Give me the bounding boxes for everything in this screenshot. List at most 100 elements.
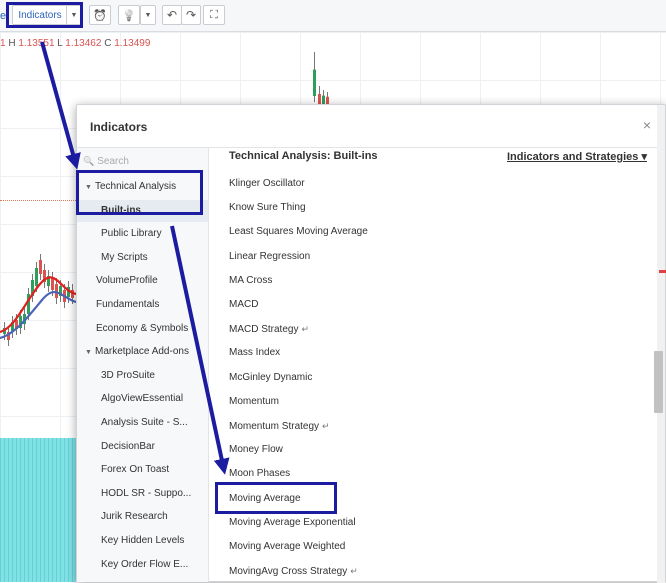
sidebar-item-label: Forex On Toast	[101, 464, 170, 476]
sidebar-item-7[interactable]: ▼ Marketplace Add-ons	[77, 341, 208, 363]
ohlc-close-value: 1.13499	[114, 38, 151, 49]
fullscreen-button[interactable]: ⛶	[203, 5, 225, 25]
sidebar-item-label: Fundamentals	[96, 299, 160, 310]
list-item-label: Moving Average Weighted	[229, 541, 346, 552]
list-item-label: Moon Phases	[229, 468, 291, 480]
dialog-title: Indicators	[90, 120, 148, 134]
sidebar-item-13[interactable]: HODL SR - Suppo...	[77, 483, 208, 505]
close-icon[interactable]: ×	[643, 117, 651, 133]
list-item[interactable]: MACD	[229, 293, 258, 317]
sidebar-item-2[interactable]: Public Library	[77, 223, 208, 245]
publish-idea-button[interactable]: 💡	[118, 5, 140, 25]
list-item[interactable]: MovingAvg Cross Strategy ↵	[229, 559, 358, 582]
list-item[interactable]: Money Flow	[229, 438, 283, 462]
sidebar-item-8[interactable]: 3D ProSuite	[77, 365, 208, 387]
sidebar-item-label: DecisionBar	[101, 440, 155, 452]
ohlc-close-label: C	[104, 38, 112, 49]
list-item[interactable]: Linear Regression	[229, 245, 310, 269]
sidebar-item-9[interactable]: AlgoViewEssential	[77, 388, 208, 410]
list-item[interactable]: Momentum Strategy ↵	[229, 414, 330, 438]
indicators-strategies-filter[interactable]: Indicators and Strategies ▾	[507, 150, 647, 163]
sidebar-item-label: Key Order Flow E...	[101, 558, 189, 570]
sidebar-item-5[interactable]: Fundamentals	[77, 294, 208, 316]
undo-button[interactable]: ↶	[162, 5, 182, 25]
list-scrollbar[interactable]	[657, 105, 665, 583]
sidebar-item-4[interactable]: VolumeProfile	[77, 270, 208, 292]
ohlc-readout: 1 H 1.13551 L 1.13462 C 1.13499	[0, 38, 150, 49]
price-line	[0, 200, 76, 201]
ohlc-high-label: H	[8, 38, 16, 49]
strategy-icon: ↵	[301, 324, 310, 335]
sidebar-item-label: HODL SR - Suppo...	[101, 487, 192, 499]
list-item-label: Mass Index	[229, 347, 281, 359]
sidebar-item-label: Jurik Research	[101, 511, 168, 523]
list-item-label: Klinger Oscillator	[229, 178, 305, 189]
chevron-down-icon: ▼	[144, 11, 152, 19]
list-item[interactable]: Moving Average Weighted	[229, 535, 345, 559]
sidebar-item-label: Economy & Symbols	[96, 322, 189, 334]
scrollbar-thumb[interactable]	[654, 351, 663, 413]
sidebar-item-14[interactable]: Jurik Research	[77, 506, 208, 528]
list-item-label: MACD	[229, 299, 259, 310]
search-icon: 🔍	[83, 155, 95, 166]
sidebar-item-3[interactable]: My Scripts	[77, 247, 208, 269]
annotation-highlight-technical-analysis	[76, 170, 203, 215]
sidebar-item-17[interactable]: Lan Scan MTF	[77, 577, 208, 582]
ohlc-low-value: 1.13462	[65, 38, 102, 49]
chart-price-marker	[659, 270, 666, 273]
list-item-label: MovingAvg Cross Strategy	[229, 566, 348, 578]
sidebar-item-label: My Scripts	[101, 251, 148, 263]
sidebar-item-label: Public Library	[101, 228, 162, 240]
ohlc-high-value: 1.13551	[18, 38, 55, 49]
idea-dropdown-button[interactable]: ▼	[140, 5, 156, 25]
fullscreen-icon: ⛶	[210, 8, 218, 21]
list-item-label: MACD Strategy	[229, 324, 299, 336]
annotation-highlight-indicators	[6, 2, 83, 28]
candle	[322, 95, 325, 104]
sidebar-item-16[interactable]: Key Order Flow E...	[77, 554, 208, 576]
sidebar-item-label: VolumeProfile	[96, 275, 158, 287]
list-item-label: Momentum Strategy	[229, 421, 320, 432]
sidebar-item-11[interactable]: DecisionBar	[77, 436, 208, 458]
sidebar-item-label: 3D ProSuite	[101, 369, 155, 381]
sidebar-item-10[interactable]: Analysis Suite - S...	[77, 412, 208, 434]
lightbulb-icon: 💡	[122, 9, 136, 22]
sidebar-item-15[interactable]: Key Hidden Levels	[77, 530, 208, 552]
redo-button[interactable]: ↷	[181, 5, 201, 25]
chevron-down-icon: ▼	[85, 349, 92, 357]
list-header: Technical Analysis: Built-ins	[229, 150, 378, 162]
candle	[39, 260, 42, 274]
list-item-label: Least Squares Moving Average	[229, 226, 368, 238]
list-item[interactable]: Momentum	[229, 390, 279, 414]
list-item[interactable]: MACD Strategy ↵	[229, 317, 309, 341]
list-item-label: Linear Regression	[229, 250, 311, 262]
undo-icon: ↶	[166, 8, 178, 22]
candle	[55, 284, 58, 298]
strategy-icon: ↵	[350, 566, 358, 577]
sidebar-item-6[interactable]: Economy & Symbols	[77, 318, 208, 340]
list-item-label: McGinley Dynamic	[229, 371, 313, 383]
sidebar-item-label: Marketplace Add-ons	[95, 346, 189, 358]
sidebar-item-label: Key Hidden Levels	[101, 535, 185, 546]
add-alert-button[interactable]: ⏰	[89, 5, 111, 25]
candle	[326, 96, 329, 104]
list-item[interactable]: Mass Index	[229, 341, 280, 365]
indicator-list: Klinger Oscillator Know Sure Thing Least S…	[209, 172, 655, 582]
candle	[313, 69, 316, 96]
list-item[interactable]: MA Cross	[229, 269, 272, 293]
list-item[interactable]: Least Squares Moving Average	[229, 220, 368, 244]
list-item-label: Moving Average Exponential	[229, 516, 356, 528]
list-item-label: Money Flow	[229, 444, 283, 456]
annotation-highlight-moving-average	[215, 482, 337, 514]
list-item[interactable]: Moving Average Exponential	[229, 511, 356, 535]
search-input[interactable]: 🔍 Search	[83, 152, 203, 170]
redo-icon: ↷	[185, 8, 197, 22]
candle	[51, 278, 54, 290]
search-placeholder: Search	[97, 155, 129, 167]
list-item[interactable]: Know Sure Thing	[229, 196, 306, 220]
list-item[interactable]: Klinger Oscillator	[229, 172, 305, 196]
list-item-label: Know Sure Thing	[229, 202, 306, 214]
sidebar-item-12[interactable]: Forex On Toast	[77, 459, 208, 481]
list-item[interactable]: McGinley Dynamic	[229, 366, 312, 390]
list-item-label: Momentum	[229, 395, 280, 407]
